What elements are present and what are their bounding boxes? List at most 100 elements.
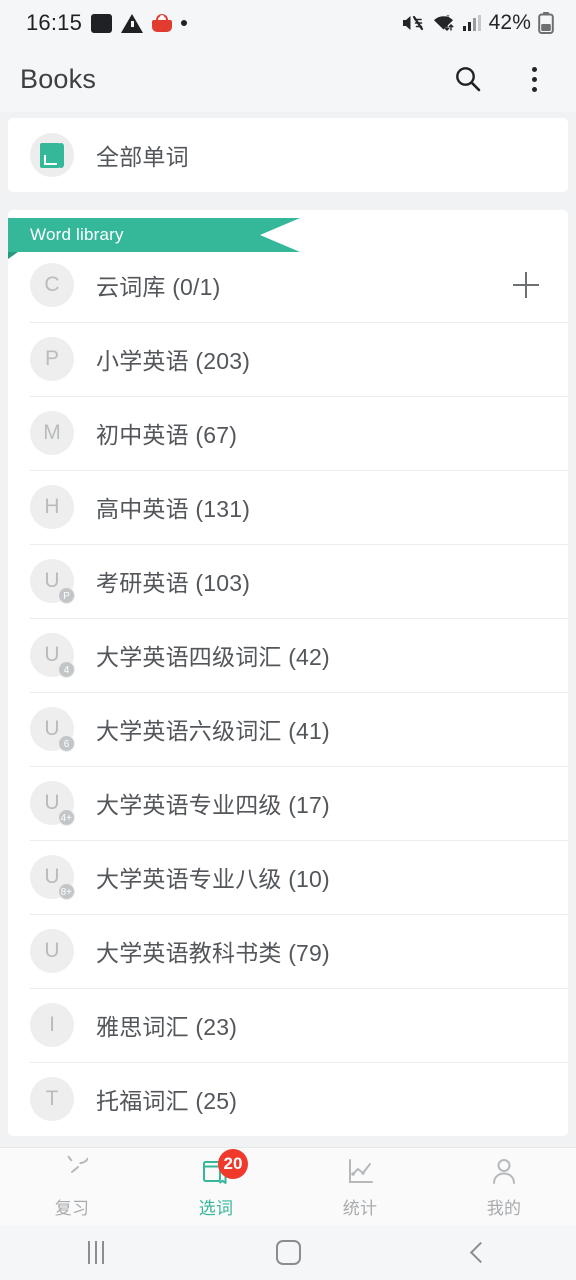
list-item-label: 雅思词汇 (23): [96, 1014, 238, 1040]
list-item-label: 高中英语 (131): [96, 496, 251, 522]
ribbon-banner: Word library: [8, 218, 300, 252]
content-scroll-area[interactable]: 全部单词 Word library C 云词库 (0/1) P 小学英语 (203) M…: [0, 112, 576, 1147]
home-button[interactable]: [192, 1240, 384, 1265]
avatar: U 4+: [30, 781, 75, 826]
add-word-library-button[interactable]: [504, 263, 548, 307]
avatar: UP: [30, 559, 75, 604]
dot-indicator-icon: [181, 20, 188, 26]
word-library-list: C 云词库 (0/1) P 小学英语 (203) M 初中英语 (67) H 高中英语 (13…: [8, 248, 568, 1136]
image-icon: [91, 13, 113, 33]
svg-text:6: 6: [446, 15, 450, 22]
list-item-label: 大学英语四级词汇 (42): [96, 644, 330, 670]
avatar-level-badge: 4+: [57, 809, 75, 826]
recent-apps-button[interactable]: [0, 1241, 192, 1264]
avatar: I: [30, 1003, 74, 1047]
battery-percent: 42%: [488, 11, 531, 34]
list-item[interactable]: T 托福词汇 (25): [8, 1062, 568, 1136]
avatar-initial: U: [44, 939, 60, 962]
book-icon: [40, 142, 64, 168]
avatar-level-badge: 6: [58, 735, 75, 752]
avatar-initial: H: [44, 495, 60, 518]
avatar-level-badge: 8+: [57, 883, 75, 900]
warning-icon: [121, 13, 144, 33]
avatar-level-badge: 4: [58, 661, 75, 678]
status-bar-right: 6 42%: [401, 11, 554, 35]
toolbar-actions: [448, 59, 554, 99]
battery-icon: [538, 12, 554, 34]
nav-item-review[interactable]: 复习: [0, 1148, 144, 1225]
overflow-menu-button[interactable]: [514, 59, 554, 99]
home-icon: [275, 1240, 301, 1265]
search-button[interactable]: [448, 59, 488, 99]
nav-label: 选词: [198, 1198, 234, 1218]
list-item-label: 初中英语 (67): [96, 422, 238, 448]
nav-label: 统计: [342, 1198, 378, 1218]
avatar-initial: U: [44, 643, 60, 666]
list-item[interactable]: U 4+ 大学英语专业四级 (17): [8, 766, 568, 840]
avatar-initial: U: [44, 791, 60, 814]
list-item-label: 小学英语 (203): [96, 348, 251, 374]
avatar: C: [30, 263, 74, 307]
all-words-card: 全部单词: [8, 118, 568, 192]
wifi-icon: 6: [433, 15, 454, 31]
list-item[interactable]: U 大学英语教科书类 (79): [8, 914, 568, 988]
list-item-all-words[interactable]: 全部单词: [8, 118, 568, 192]
list-item-label: 云词库 (0/1): [96, 274, 221, 300]
nav-badge-count: 20: [218, 1148, 248, 1179]
nav-item-select-words[interactable]: 20 选词: [144, 1148, 288, 1225]
back-icon: [469, 1241, 491, 1264]
status-time: 16:15: [26, 10, 83, 35]
list-item[interactable]: U 6 大学英语六级词汇 (41): [8, 692, 568, 766]
list-item[interactable]: U 8+ 大学英语专业八级 (10): [8, 840, 568, 914]
list-item-label: 大学英语六级词汇 (41): [96, 718, 330, 744]
avatar-level-badge: P: [58, 587, 75, 604]
shopping-basket-icon: [152, 14, 173, 32]
word-library-ribbon: Word library: [8, 210, 568, 259]
avatar: P: [30, 337, 74, 381]
status-bar: 16:15 6 42%: [0, 0, 576, 46]
list-item[interactable]: H 高中英语 (131): [8, 470, 568, 544]
avatar: U 8+: [30, 855, 75, 900]
avatar: [30, 133, 74, 177]
list-item[interactable]: U 4 大学英语四级词汇 (42): [8, 618, 568, 692]
ribbon-label: Word library: [30, 225, 124, 244]
avatar-initial: P: [44, 347, 59, 370]
back-button[interactable]: [384, 1241, 576, 1264]
ribbon-notch: [260, 218, 300, 252]
recent-apps-icon: [88, 1241, 104, 1264]
list-item[interactable]: I 雅思词汇 (23): [8, 988, 568, 1062]
avatar-initial: U: [44, 569, 60, 592]
more-vertical-icon: [531, 66, 537, 92]
clock-icon: [55, 1155, 89, 1189]
list-item[interactable]: C 云词库 (0/1): [8, 248, 568, 322]
avatar-initial: M: [43, 421, 61, 444]
list-item[interactable]: P 小学英语 (203): [8, 322, 568, 396]
avatar: U: [30, 929, 74, 973]
person-icon: [487, 1155, 521, 1189]
app-root: 16:15 6 42% Books 全部单词 Word library C 云词…: [0, 0, 576, 1280]
app-toolbar: Books: [0, 46, 576, 112]
status-bar-left: 16:15: [26, 10, 188, 36]
list-item-label: 大学英语专业八级 (10): [96, 866, 330, 892]
list-item[interactable]: M 初中英语 (67): [8, 396, 568, 470]
nav-item-statistics[interactable]: 统计: [288, 1148, 432, 1225]
avatar-initial: C: [44, 273, 60, 296]
avatar-initial: U: [44, 717, 60, 740]
list-item[interactable]: U P 考研英语 (103): [8, 544, 568, 618]
avatar-initial: U: [44, 865, 60, 888]
system-navigation-bar: [0, 1225, 576, 1280]
page-title: Books: [20, 63, 97, 94]
list-item-label: 大学英语专业四级 (17): [96, 792, 330, 818]
nav-item-profile[interactable]: 我的: [432, 1148, 576, 1225]
books-icon: 20: [199, 1148, 248, 1189]
list-item-label: 托福词汇 (25): [96, 1088, 238, 1114]
avatar: U4: [30, 633, 75, 678]
nav-label: 复习: [54, 1198, 90, 1218]
add-icon: [513, 272, 539, 298]
avatar: H: [30, 485, 74, 529]
bottom-navigation: 复习 20 选词 统计 我的: [0, 1147, 576, 1225]
avatar-initial: I: [49, 1013, 55, 1036]
list-item-label: 全部单词: [96, 144, 189, 170]
search-icon: [456, 67, 481, 92]
mute-icon: [402, 15, 423, 31]
